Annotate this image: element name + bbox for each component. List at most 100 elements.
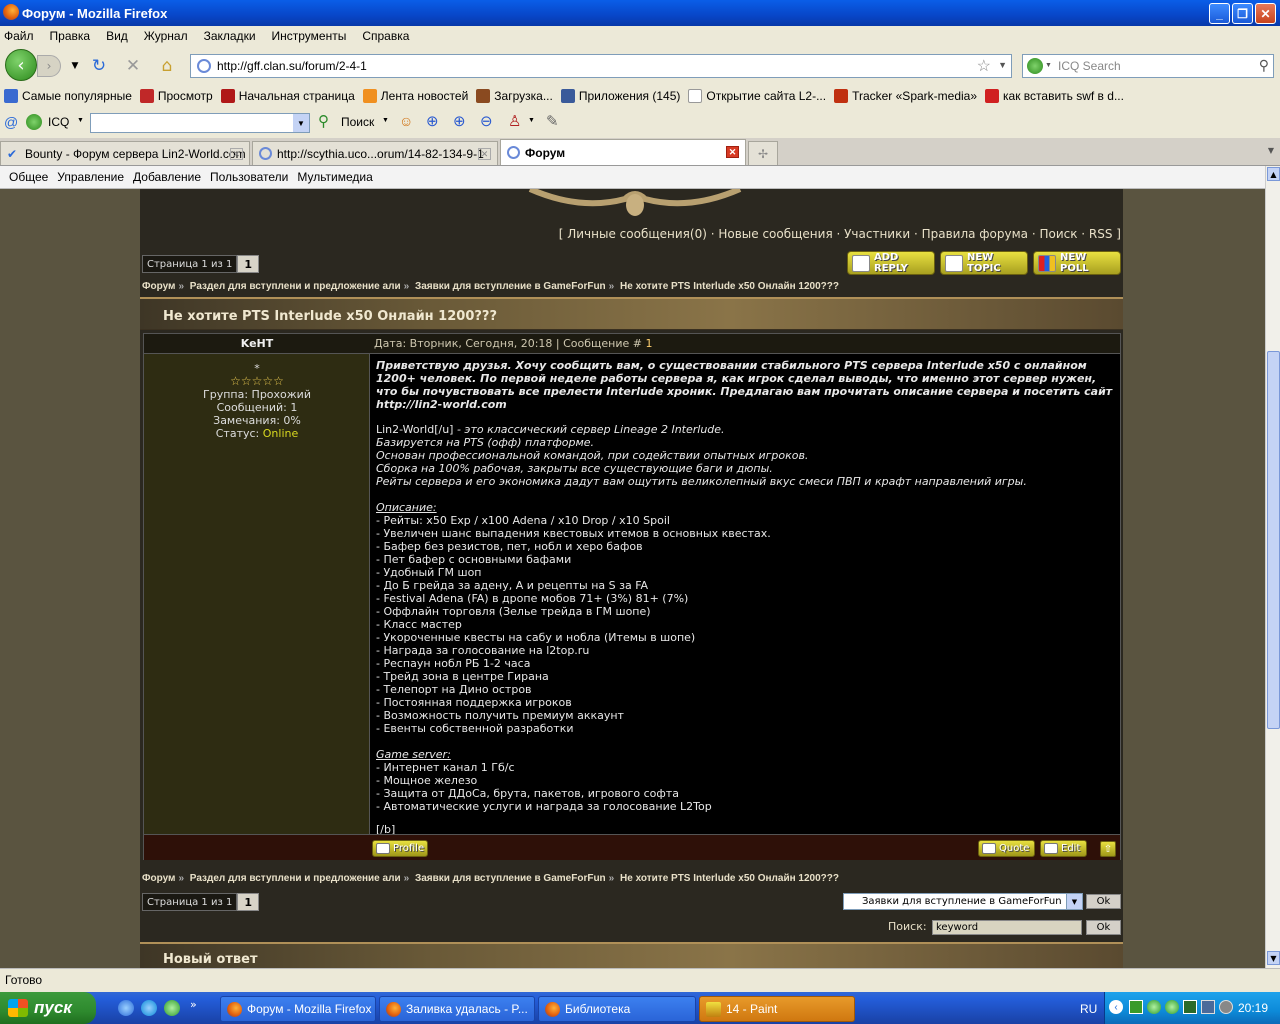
icq-search-input[interactable]: ▼ — [90, 113, 310, 133]
menu-file[interactable]: Файл — [4, 29, 34, 43]
scrollbar-thumb[interactable] — [1267, 351, 1280, 729]
minimize-button[interactable]: _ — [1209, 3, 1230, 24]
pager-page-1[interactable]: 1 — [237, 255, 259, 273]
breadcrumb-forum[interactable]: Форум — [142, 281, 175, 292]
new-topic-button[interactable]: NEW TOPIC — [940, 251, 1028, 275]
task-paint[interactable]: 14 - Paint — [699, 996, 855, 1022]
back-button[interactable]: ‹ — [5, 49, 37, 81]
icq-flower-icon[interactable] — [1027, 58, 1043, 74]
zoom-reset-icon[interactable]: ⊕ — [453, 112, 466, 130]
search-input[interactable]: ▼ ICQ Search ⚲ — [1022, 54, 1274, 78]
zoom-out-icon[interactable]: ⊖ — [480, 112, 493, 130]
breadcrumb-subsection[interactable]: Заявки для вступление в GameForFun — [415, 281, 606, 292]
close-tab-icon[interactable]: ✕ — [726, 146, 739, 158]
edit-button[interactable]: Edit — [1040, 840, 1087, 857]
icq-flower-icon[interactable] — [26, 114, 42, 130]
add-reply-button[interactable]: ADD REPLY — [847, 251, 935, 275]
forward-button[interactable]: › — [37, 55, 61, 77]
reload-icon[interactable]: ↻ — [88, 56, 110, 76]
tab-forum[interactable]: Форум ✕ — [500, 139, 746, 165]
search-ok-button[interactable]: Ok — [1086, 920, 1121, 935]
tray-icq-icon[interactable] — [1147, 1000, 1161, 1014]
pager-page-1[interactable]: 1 — [237, 893, 259, 911]
menu-view[interactable]: Вид — [106, 29, 128, 43]
tray-icq-icon[interactable] — [1165, 1000, 1179, 1014]
tray-app-icon[interactable] — [1129, 1000, 1143, 1014]
breadcrumb-section[interactable]: Раздел для вступлени и предложение али — [190, 281, 401, 292]
jump-ok-button[interactable]: Ok — [1086, 894, 1121, 909]
icq-quicklaunch-icon[interactable] — [164, 1000, 180, 1016]
menu-help[interactable]: Справка — [362, 29, 409, 43]
chevron-down-icon[interactable]: ▼ — [293, 114, 309, 132]
forum-search-input[interactable]: keyword — [932, 920, 1082, 935]
bookmark-item[interactable]: Загрузка... — [476, 89, 553, 103]
ucoz-menu-users[interactable]: Пользователи — [210, 170, 288, 184]
eraser-icon[interactable]: ✎ — [546, 112, 559, 130]
ie-icon[interactable] — [118, 1000, 134, 1016]
ucoz-menu-add[interactable]: Добавление — [133, 170, 201, 184]
scroll-down-arrow[interactable]: ▼ — [1267, 951, 1280, 965]
ucoz-menu-multimedia[interactable]: Мультимедиа — [297, 170, 372, 184]
profile-button[interactable]: Profile — [372, 840, 428, 857]
breadcrumb-subsection[interactable]: Заявки для вступление в GameForFun — [415, 873, 606, 884]
language-indicator[interactable]: RU — [1080, 1002, 1097, 1016]
page-scrollbar[interactable]: ▲ ▼ — [1265, 166, 1280, 968]
bookmark-star-icon[interactable]: ☆ — [977, 56, 991, 76]
url-dropdown-icon[interactable]: ▼ — [998, 60, 1007, 70]
site-identity-icon[interactable] — [197, 59, 211, 73]
menu-bookmarks[interactable]: Закладки — [204, 29, 256, 43]
user-icon[interactable]: ♙ — [508, 112, 521, 130]
tab-scythia[interactable]: http://scythia.uco...orum/14-82-134-9-1 … — [252, 141, 498, 165]
breadcrumb-forum[interactable]: Форум — [142, 873, 175, 884]
user-dropdown-icon[interactable]: ▼ — [528, 117, 535, 124]
new-poll-button[interactable]: NEW POLL — [1033, 251, 1121, 275]
task-firefox-upload[interactable]: Заливка удалась - P... — [379, 996, 535, 1022]
new-tab-button[interactable]: ✢ — [748, 141, 778, 165]
tray-speaker-icon[interactable] — [1219, 1000, 1233, 1014]
bookmark-item[interactable]: как вставить swf в d... — [985, 89, 1124, 103]
bookmark-item[interactable]: Начальная страница — [220, 89, 355, 103]
tray-network-icon[interactable] — [1183, 1000, 1197, 1014]
search-engine-dropdown-icon[interactable]: ▼ — [1045, 62, 1052, 69]
start-button[interactable]: пуск — [0, 992, 96, 1024]
home-icon[interactable]: ⌂ — [156, 56, 178, 76]
quicklaunch-more-icon[interactable]: » — [190, 998, 197, 1011]
menu-edit[interactable]: Правка — [50, 29, 91, 43]
breadcrumb-section[interactable]: Раздел для вступлени и предложение али — [190, 873, 401, 884]
close-tab-icon[interactable]: ✕ — [478, 148, 491, 160]
forum-top-links[interactable]: [ Личные сообщения(0) · Новые сообщения … — [559, 227, 1121, 241]
bookmark-item[interactable]: Открытие сайта L2-... — [688, 89, 826, 103]
tray-monitor-icon[interactable] — [1201, 1000, 1215, 1014]
task-library[interactable]: Библиотека — [538, 996, 696, 1022]
search-icon[interactable]: ⚲ — [318, 112, 329, 130]
search-dropdown-icon[interactable]: ▼ — [382, 117, 389, 124]
maximize-button[interactable]: ❐ — [1232, 3, 1253, 24]
close-window-button[interactable]: ✕ — [1255, 3, 1276, 24]
close-tab-icon[interactable]: ✕ — [230, 148, 243, 160]
bookmark-item[interactable]: Лента новостей — [362, 89, 468, 103]
url-bar[interactable]: http://gff.clan.su/forum/2-4-1 ☆ ▼ — [190, 54, 1012, 78]
tray-expand-icon[interactable]: ‹ — [1109, 1000, 1123, 1014]
icq-dropdown-icon[interactable]: ▼ — [77, 117, 84, 124]
search-go-icon[interactable]: ⚲ — [1259, 57, 1269, 74]
forum-jump-select[interactable]: Заявки для вступление в GameForFun ▼ — [843, 893, 1083, 910]
ucoz-menu-general[interactable]: Общее — [9, 170, 48, 184]
bookmark-item[interactable]: Приложения (145) — [560, 89, 680, 103]
task-firefox-forum[interactable]: Форум - Mozilla Firefox — [220, 996, 376, 1022]
bookmark-item[interactable]: Tracker «Spark-media» — [834, 89, 977, 103]
quote-button[interactable]: Quote — [978, 840, 1035, 857]
stop-icon[interactable]: ✕ — [122, 56, 144, 76]
author-name[interactable]: KeHT — [144, 334, 370, 354]
menu-tools[interactable]: Инструменты — [272, 29, 347, 43]
icq-search-button[interactable]: Поиск — [341, 115, 374, 129]
ucoz-menu-manage[interactable]: Управление — [57, 170, 124, 184]
scroll-up-arrow[interactable]: ▲ — [1267, 167, 1280, 181]
post-number[interactable]: 1 — [645, 337, 652, 350]
zoom-in-icon[interactable]: ⊕ — [426, 112, 439, 130]
at-icon[interactable]: @ — [4, 114, 18, 130]
tab-bounty[interactable]: ✔ Bounty - Форум сервера Lin2-World.com … — [0, 141, 250, 165]
history-dropdown-icon[interactable]: ▼ — [64, 56, 86, 76]
icq-label[interactable]: ICQ — [48, 115, 69, 129]
bookmark-item[interactable]: Самые популярные — [4, 89, 132, 103]
skype-icon[interactable] — [141, 1000, 157, 1016]
